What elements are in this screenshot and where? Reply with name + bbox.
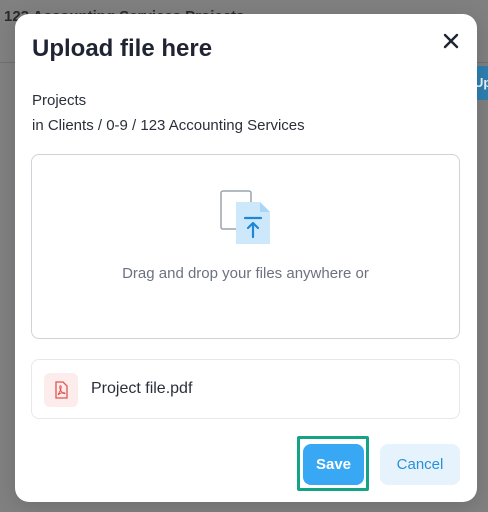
upload-modal: Upload file here Projects in Clients / 0… (15, 14, 477, 502)
close-icon (443, 33, 459, 49)
file-name: Project file.pdf (91, 380, 193, 397)
destination-path: in Clients / 0-9 / 123 Accounting Servic… (32, 117, 305, 134)
pdf-icon (55, 381, 68, 399)
cancel-button[interactable]: Cancel (380, 444, 460, 485)
save-button[interactable]: Save (303, 444, 364, 485)
close-button[interactable] (440, 30, 462, 52)
modal-title: Upload file here (32, 35, 213, 62)
file-icon-container (44, 373, 78, 407)
dropzone-text: Drag and drop your files anywhere or (122, 265, 369, 282)
uploaded-file-item: Project file.pdf (31, 359, 460, 419)
destination-label: Projects (32, 92, 87, 109)
file-upload-icon (220, 190, 270, 244)
file-dropzone[interactable]: Drag and drop your files anywhere or (31, 154, 460, 339)
